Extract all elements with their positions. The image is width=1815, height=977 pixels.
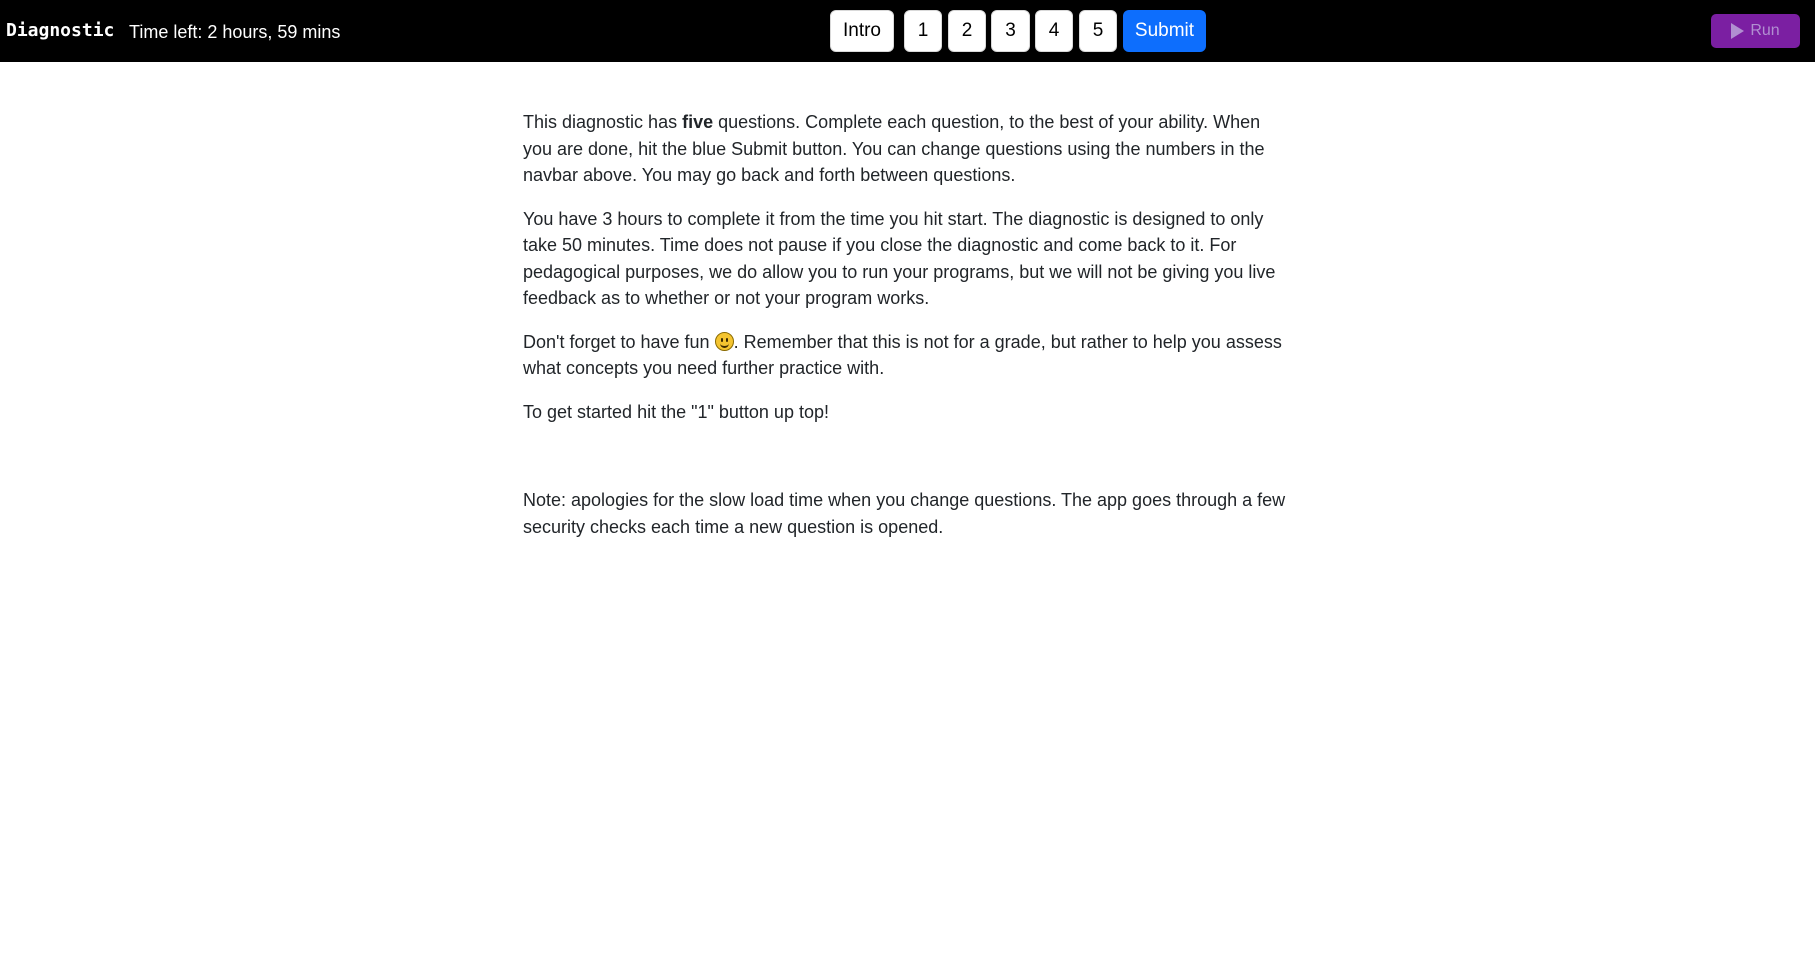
submit-button[interactable]: Submit (1123, 10, 1206, 52)
intro-paragraph-3: Don't forget to have fun . Remember that… (523, 329, 1293, 382)
question-5-button[interactable]: 5 (1079, 10, 1117, 52)
question-count-emphasis: five (682, 112, 714, 132)
play-icon (1731, 23, 1745, 39)
p1-text-start: This diagnostic has (523, 112, 683, 132)
intro-paragraph-1: This diagnostic has five questions. Comp… (523, 109, 1293, 189)
app-brand: Diagnostic (6, 20, 115, 41)
intro-content: This diagnostic has five questions. Comp… (523, 109, 1293, 557)
question-3-button[interactable]: 3 (991, 10, 1030, 52)
load-time-note: Note: apologies for the slow load time w… (523, 490, 1286, 537)
p3-text-start: Don't forget to have fun (523, 331, 715, 352)
time-left-label: Time left: 2 hours, 59 mins (129, 22, 341, 42)
run-button-label: Run (1750, 22, 1780, 39)
top-navbar: Diagnostic Time left: 2 hours, 59 mins I… (0, 0, 1815, 62)
smiley-icon (714, 331, 734, 351)
question-2-button[interactable]: 2 (948, 10, 986, 52)
intro-button[interactable]: Intro (830, 10, 894, 52)
intro-paragraph-4: To get started hit the "1" button up top… (523, 401, 829, 422)
question-1-button[interactable]: 1 (904, 10, 942, 52)
intro-paragraph-2: You have 3 hours to complete it from the… (523, 208, 1276, 309)
run-button[interactable]: Run (1711, 14, 1800, 48)
question-4-button[interactable]: 4 (1035, 10, 1073, 52)
